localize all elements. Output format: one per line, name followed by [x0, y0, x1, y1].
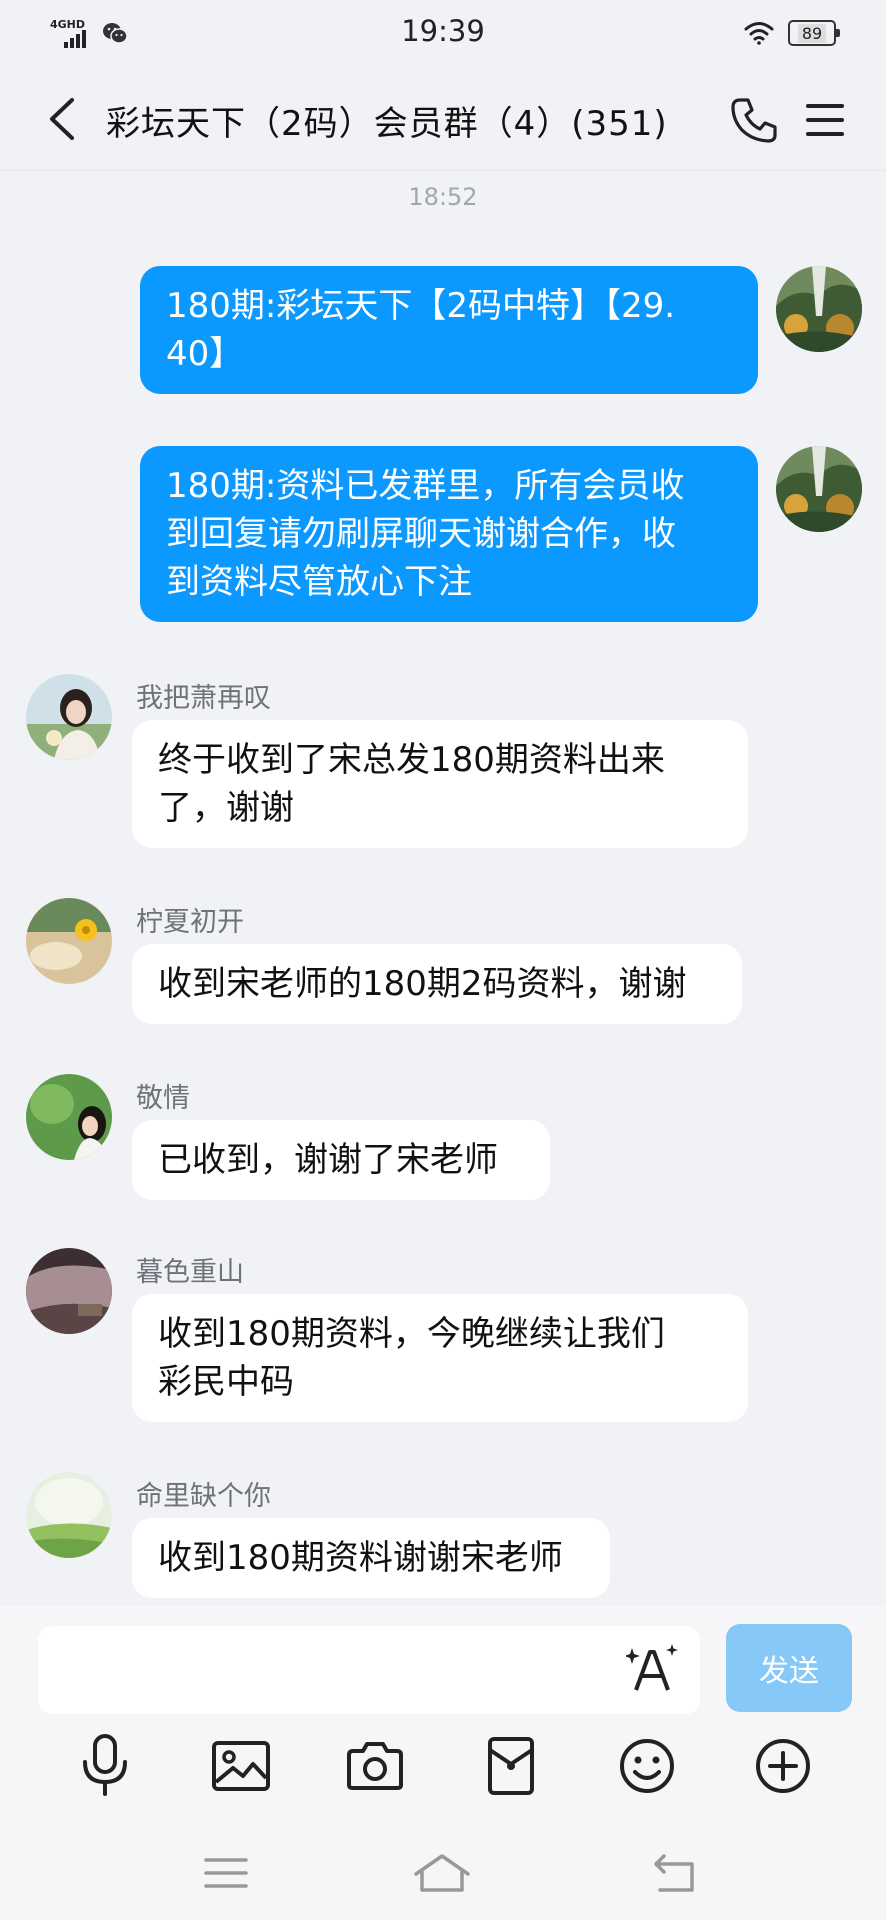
smiley-icon [620, 1739, 674, 1793]
voice-button[interactable] [70, 1726, 140, 1806]
received-message-bubble[interactable]: 收到宋老师的180期2码资料，谢谢 [132, 944, 742, 1024]
user-avatar[interactable] [26, 898, 112, 984]
chat-header: 彩坛天下（2码）会员群（4）(351) [0, 70, 886, 170]
received-message-bubble[interactable]: 收到180期资料，今晚继续让我们 彩民中码 [132, 1294, 748, 1422]
sent-message-bubble[interactable]: 180期:彩坛天下【2码中特】【29. 40】 [140, 266, 758, 394]
battery-icon: 89 [788, 20, 840, 46]
sender-nickname: 暮色重山 [136, 1257, 244, 1288]
my-avatar[interactable] [776, 266, 862, 352]
sender-nickname: 我把萧再叹 [136, 683, 271, 714]
camera-icon [347, 1742, 403, 1790]
user-avatar[interactable] [26, 1472, 112, 1558]
group-title: 彩坛天下（2码）会员群（4）(351) [106, 104, 668, 144]
my-avatar[interactable] [776, 446, 862, 532]
nav-back-button[interactable] [646, 1848, 706, 1898]
header-divider [0, 170, 886, 171]
sender-nickname: 命里缺个你 [136, 1481, 271, 1512]
phone-call-button[interactable] [730, 96, 778, 144]
received-message-bubble[interactable]: 终于收到了宋总发180期资料出来 了，谢谢 [132, 720, 748, 848]
status-bar: 4GHD 19:39 89 [0, 0, 886, 70]
plus-circle-icon [756, 1739, 810, 1793]
input-area: 发送 [0, 1606, 886, 1920]
image-icon [212, 1741, 270, 1791]
nav-menu-button[interactable] [196, 1848, 256, 1898]
message-input[interactable] [38, 1626, 700, 1714]
received-message-bubble[interactable]: 已收到，谢谢了宋老师 [132, 1120, 550, 1200]
sender-nickname: 敬情 [136, 1083, 190, 1114]
image-button[interactable] [206, 1726, 276, 1806]
user-avatar[interactable] [26, 1074, 112, 1160]
red-packet-button[interactable] [476, 1726, 546, 1806]
received-message-bubble[interactable]: 收到180期资料谢谢宋老师 [132, 1518, 610, 1598]
message-timestamp: 18:52 [408, 183, 478, 211]
status-right: 89 [744, 20, 840, 46]
text-style-icon[interactable] [626, 1642, 680, 1696]
sent-message-bubble[interactable]: 180期:资料已发群里，所有会员收 到回复请勿刷屏聊天谢谢合作，收 到资料尽管放… [140, 446, 758, 622]
user-avatar[interactable] [26, 674, 112, 760]
sender-nickname: 柠夏初开 [136, 907, 244, 938]
red-packet-icon [488, 1737, 534, 1795]
system-nav-bar [0, 1832, 886, 1920]
battery-level: 89 [797, 23, 827, 43]
input-toolbar [0, 1726, 886, 1826]
microphone-icon [83, 1734, 127, 1796]
wifi-icon [744, 22, 774, 45]
emoji-button[interactable] [612, 1726, 682, 1806]
send-button[interactable]: 发送 [726, 1624, 852, 1712]
user-avatar[interactable] [26, 1248, 112, 1334]
camera-button[interactable] [340, 1726, 410, 1806]
menu-button[interactable] [804, 100, 846, 140]
back-button[interactable] [40, 94, 90, 144]
nav-home-button[interactable] [412, 1848, 472, 1898]
more-button[interactable] [748, 1726, 818, 1806]
